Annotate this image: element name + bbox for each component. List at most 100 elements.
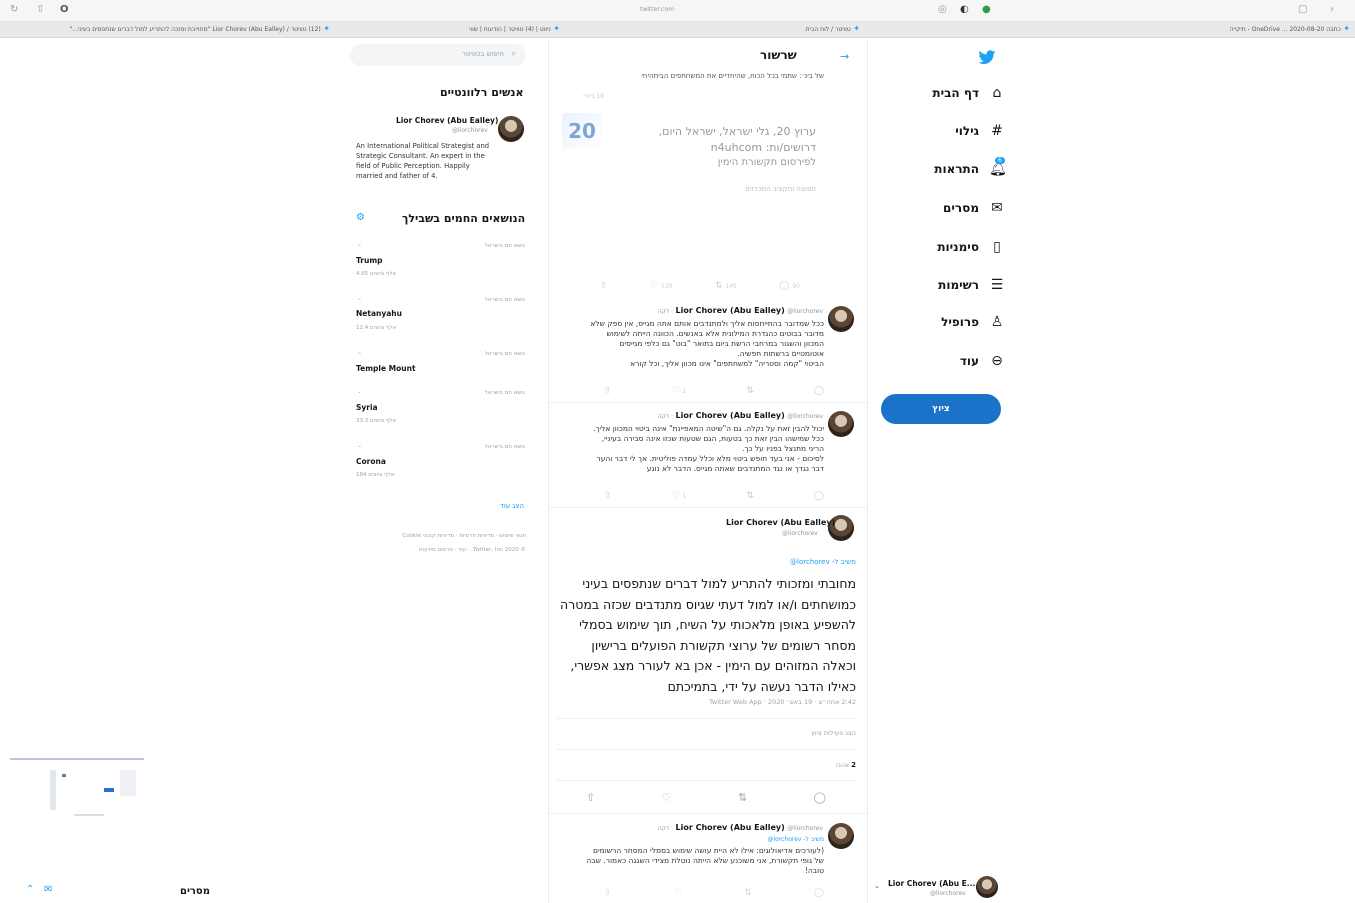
tweet-button[interactable]: ציוץ — [881, 394, 1001, 424]
tweet-divider — [549, 402, 867, 403]
nav-item-bookmarks[interactable]: ▯ סימניות — [925, 236, 1005, 258]
chevron-down-icon[interactable]: ⌄ — [357, 388, 362, 395]
sidebar-toggle-icon[interactable]: ▢ — [1298, 4, 1307, 15]
nav-item-explore[interactable]: # גילוי — [925, 120, 1005, 142]
trend-name[interactable]: Syria — [356, 403, 378, 412]
promo-meta: תפוצה ותקציב המכרזים — [745, 185, 816, 193]
promo-line-3: לפירסום תקשורת הימין — [717, 157, 816, 168]
browser-tab[interactable]: ✦ ניווט | (4) טוויטר | הודעות | שווי — [440, 24, 560, 36]
retweet-icon[interactable]: ⇅ — [746, 491, 754, 501]
nav-item-notifications[interactable]: 🔔︎ 6 התראות — [925, 157, 1007, 180]
chevron-down-icon[interactable]: ⌄ — [357, 349, 362, 356]
status-dot-icon[interactable]: ● — [982, 4, 991, 15]
tweet-timestamp[interactable]: 2:42 אחה״צ · 19 באוג׳ 2020 · Twitter Web… — [620, 698, 856, 706]
chevron-down-icon[interactable]: ⌄ — [357, 442, 362, 449]
browser-tab[interactable]: ✦ טוויטר / לוח הבית — [740, 24, 860, 36]
avatar[interactable] — [828, 411, 854, 437]
like-icon[interactable]: ♡ 1 — [672, 386, 687, 396]
nav-item-profile[interactable]: ♙ פרופיל — [925, 311, 1005, 333]
reply-to-link[interactable]: משיב ל- lorchorev@ — [760, 558, 856, 566]
share-icon[interactable]: ⇧ — [604, 888, 612, 898]
like-icon[interactable]: ♡ — [662, 791, 672, 804]
trend-name[interactable]: Temple Mount — [356, 364, 416, 373]
url-bar[interactable]: twitter.com — [640, 6, 674, 13]
trend-count: 4.65 אלף ציוצים — [356, 271, 397, 277]
nav-item-messages[interactable]: ✉ מסרים — [925, 197, 1005, 219]
tweet-divider — [549, 507, 867, 508]
twitter-logo-icon[interactable] — [978, 50, 996, 65]
avatar[interactable] — [828, 306, 854, 332]
tweet-text: (לעורכים אדיאולוגים: אילו לא היית עושה ש… — [586, 846, 824, 875]
reply-icon[interactable]: ◯ — [814, 491, 824, 501]
retweet-icon[interactable]: ⇅ — [746, 386, 754, 396]
like-icon[interactable]: ♡ — [674, 888, 682, 898]
nav-item-more[interactable]: ⊖ עוד — [925, 350, 1005, 372]
reply-icon[interactable]: ◯ — [814, 791, 826, 804]
like-icon[interactable]: ♡ 1 — [672, 491, 687, 501]
nav-item-home[interactable]: ⌂ דף הבית — [925, 82, 1005, 104]
people-title: אנשים רלוונטיים — [440, 86, 524, 99]
thumbnail-preview[interactable] — [10, 756, 145, 826]
tweet-author[interactable]: Lior Chorev (Abu Ealley) @liorchorev · ד… — [658, 411, 823, 420]
likes-count[interactable]: 2 אהבו — [780, 761, 856, 769]
new-message-icon[interactable]: ✉ — [44, 884, 52, 895]
search-box[interactable]: ⌕ חיפוש בטוויטר — [350, 44, 526, 66]
trend-name[interactable]: Netanyahu — [356, 309, 402, 318]
chevron-down-icon[interactable]: ⌄ — [357, 241, 362, 248]
tweet-author-handle[interactable]: @liorchorev — [782, 530, 818, 537]
chevron-down-icon[interactable]: ⌄ — [357, 295, 362, 302]
show-more-link[interactable]: הצג עוד — [440, 502, 524, 510]
chevron-right-icon[interactable]: › — [1330, 4, 1334, 15]
twitter-bird-icon: ✦ — [550, 24, 560, 33]
account-switcher[interactable]: Lior Chorev (Abu E... @liorchorev ⌄ — [870, 874, 1000, 902]
reply-to-link[interactable]: משיב ל- lorchorev@ — [720, 836, 824, 843]
reply-icon[interactable]: ◯ 90 — [779, 281, 800, 291]
browser-tab[interactable]: ✦ כתבה 2020-08-20 ... OneDrive - תיקייה — [1050, 24, 1350, 36]
footer-links[interactable]: תנאי שימוש · מדיניות פרטיות · מדיניות קו… — [352, 533, 526, 539]
trend-name[interactable]: Trump — [356, 256, 383, 265]
retweet-icon[interactable]: ⇅ — [738, 791, 747, 804]
person-bio: An International Political Strategist an… — [356, 142, 490, 180]
back-arrow-icon[interactable]: → — [840, 50, 849, 63]
half-moon-icon[interactable]: ◐ — [960, 4, 969, 15]
bookmark-icon: ▯ — [993, 239, 1001, 255]
reply-icon[interactable]: ◯ — [814, 888, 824, 898]
tweet-author[interactable]: Lior Chorev (Abu Ealley) @liorchorev · ד… — [658, 306, 823, 315]
browser-tab-active[interactable]: ✦ (12) טוויטר / Lior Chorev (Abu Ealley)… — [20, 24, 330, 36]
avatar[interactable] — [498, 116, 524, 142]
share-icon[interactable]: ⇧ — [604, 386, 612, 396]
tweet-actions: ⇧ ♡ 1 ⇅ ◯ — [604, 386, 824, 396]
expand-icon[interactable]: ⌃ — [26, 884, 34, 895]
retweet-icon[interactable]: ⇅ — [744, 888, 752, 898]
nav-item-lists[interactable]: ☰ רשימות — [925, 274, 1005, 296]
tweet-author[interactable]: Lior Chorev (Abu Ealley) @liorchorev · ד… — [658, 823, 823, 832]
more-icon: ⊖ — [991, 353, 1003, 369]
avatar[interactable] — [828, 823, 854, 849]
like-icon[interactable]: ♡ 530 — [650, 281, 672, 291]
gear-icon[interactable]: ⚙ — [356, 212, 365, 223]
person-handle[interactable]: @liorchorev — [452, 127, 488, 134]
trend-meta: נושא חם בישראל — [484, 243, 525, 249]
person-name[interactable]: Lior Chorev (Abu Ealley) — [396, 116, 498, 125]
reply-icon[interactable]: ◯ — [814, 386, 824, 396]
channel20-logo-icon: 20 — [562, 113, 602, 149]
share-icon[interactable]: ⇧ — [600, 281, 608, 291]
promo-line-1: ערוץ 20, גלי ישראל, ישראל היום, — [658, 125, 816, 138]
quoted-tweet-card[interactable]: 16 ביולי 20 ערוץ 20, גלי ישראל, ישראל הי… — [556, 85, 856, 300]
share-icon[interactable]: ⇧ — [604, 491, 612, 501]
trend-count: 33.3 אלף ציוצים — [356, 418, 397, 424]
extension-icon[interactable]: ◎ — [938, 4, 947, 15]
circle-icon[interactable]: O — [60, 4, 69, 15]
dm-bar[interactable]: ⌃ ✉ מסרים — [0, 878, 280, 903]
tweet-activity-link[interactable]: הצג פעילות ציוץ — [700, 729, 856, 737]
share-icon[interactable]: ⇧ — [586, 791, 595, 804]
retweet-icon[interactable]: ⇅ 145 — [715, 281, 737, 291]
twitter-bird-icon: ✦ — [320, 24, 330, 33]
search-input[interactable]: חיפוש בטוויטר — [462, 50, 504, 58]
trend-count: 184 אלף ציוצים — [356, 472, 395, 478]
reload-icon[interactable]: ↻ — [10, 4, 18, 15]
tweet-author-name[interactable]: Lior Chorev (Abu Ealley) — [726, 518, 835, 527]
share-icon[interactable]: ⇧ — [36, 4, 44, 15]
home-icon: ⌂ — [992, 85, 1002, 101]
trend-name[interactable]: Corona — [356, 457, 386, 466]
